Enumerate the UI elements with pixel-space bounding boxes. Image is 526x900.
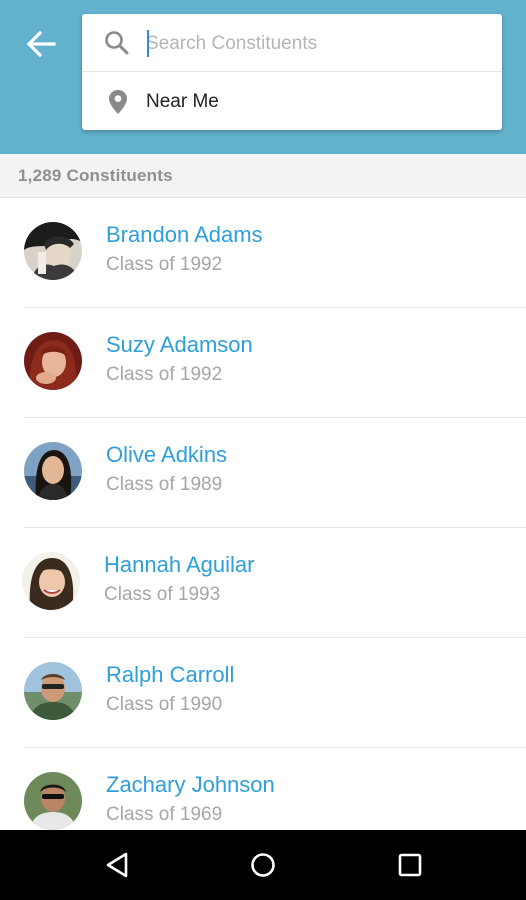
avatar [24, 332, 82, 390]
constituent-name: Zachary Johnson [106, 772, 275, 797]
system-nav-bar [0, 830, 526, 900]
results-count: 1,289 Constituents [18, 166, 173, 185]
nav-recents-button[interactable] [390, 845, 430, 885]
constituent-row[interactable]: Brandon Adams Class of 1992 [0, 198, 526, 308]
constituent-row[interactable]: Olive Adkins Class of 1989 [0, 418, 526, 528]
avatar [24, 222, 82, 280]
location-pin-icon [109, 90, 127, 114]
square-recents-icon [398, 853, 422, 877]
search-icon [105, 31, 129, 55]
constituent-name: Suzy Adamson [106, 332, 253, 357]
triangle-back-icon [106, 852, 128, 878]
constituent-class: Class of 1993 [104, 584, 221, 605]
nav-back-button[interactable] [97, 845, 137, 885]
constituent-row[interactable]: Ralph Carroll Class of 1990 [0, 638, 526, 748]
constituent-name: Hannah Aguilar [104, 552, 255, 577]
near-me-option[interactable]: Near Me [82, 72, 502, 130]
app-header: Near Me [0, 0, 526, 154]
constituent-name: Brandon Adams [106, 222, 263, 247]
near-me-label: Near Me [146, 91, 219, 112]
constituent-name: Olive Adkins [106, 442, 228, 467]
constituent-row[interactable]: Suzy Adamson Class of 1992 [0, 308, 526, 418]
avatar [24, 662, 82, 720]
results-count-bar: 1,289 Constituents [0, 154, 526, 198]
avatar [24, 772, 82, 830]
avatar [22, 552, 80, 610]
avatar [24, 442, 82, 500]
constituent-class: Class of 1990 [106, 694, 223, 715]
constituent-list: Brandon Adams Class of 1992 Suzy Adamson… [0, 198, 526, 858]
constituent-class: Class of 1992 [106, 364, 223, 385]
arrow-left-icon [26, 30, 56, 58]
nav-home-button[interactable] [243, 845, 283, 885]
circle-home-icon [251, 853, 275, 877]
search-card: Near Me [82, 14, 502, 130]
constituent-row[interactable]: Hannah Aguilar Class of 1993 [0, 528, 526, 638]
back-button[interactable] [22, 26, 60, 62]
constituent-class: Class of 1969 [106, 804, 223, 825]
search-input[interactable] [146, 28, 476, 60]
text-cursor [147, 30, 149, 57]
constituent-class: Class of 1989 [106, 474, 223, 495]
search-row [82, 14, 502, 72]
constituent-class: Class of 1992 [106, 254, 223, 275]
constituent-name: Ralph Carroll [106, 662, 235, 687]
